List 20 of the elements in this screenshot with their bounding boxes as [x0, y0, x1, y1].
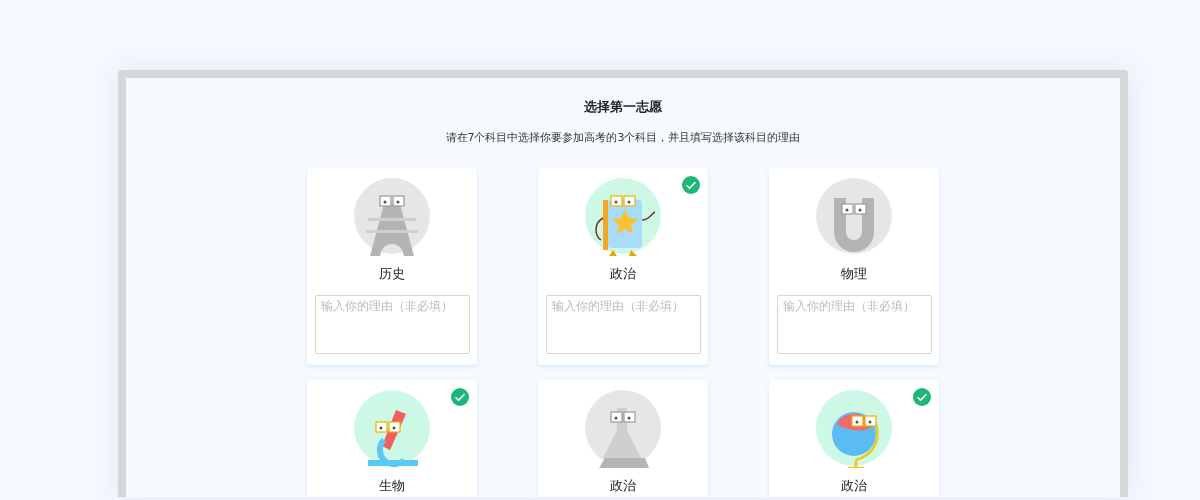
subject-name: 生物: [379, 478, 405, 493]
subject-card[interactable]: 政治 输入你的理由（非必填）: [538, 168, 708, 365]
check-icon: [451, 388, 469, 406]
check-icon: [682, 176, 700, 194]
subject-name: 物理: [841, 266, 867, 281]
subject-card[interactable]: 政治: [769, 380, 939, 497]
instruction-text: 请在7个科目中选择你要参加高考的3个科目，并且填写选择该科目的理由: [444, 130, 802, 145]
subject-card[interactable]: 政治: [538, 380, 708, 497]
subject-name: 政治: [610, 478, 636, 493]
check-icon: [913, 388, 931, 406]
reason-field[interactable]: 输入你的理由（非必填）: [314, 295, 470, 354]
reason-field[interactable]: 输入你的理由（非必填）: [545, 295, 701, 354]
subject-name: 政治: [610, 266, 636, 281]
subject-card[interactable]: 物理 输入你的理由（非必填）: [769, 168, 939, 365]
reason-field[interactable]: 输入你的理由（非必填）: [776, 295, 932, 354]
page-title: 选择第一志愿: [583, 99, 663, 116]
subject-card[interactable]: 生物: [307, 380, 477, 497]
subject-card[interactable]: 历史 输入你的理由（非必填）: [307, 168, 477, 365]
subject-name: 历史: [379, 266, 405, 281]
subject-name: 政治: [841, 478, 867, 493]
